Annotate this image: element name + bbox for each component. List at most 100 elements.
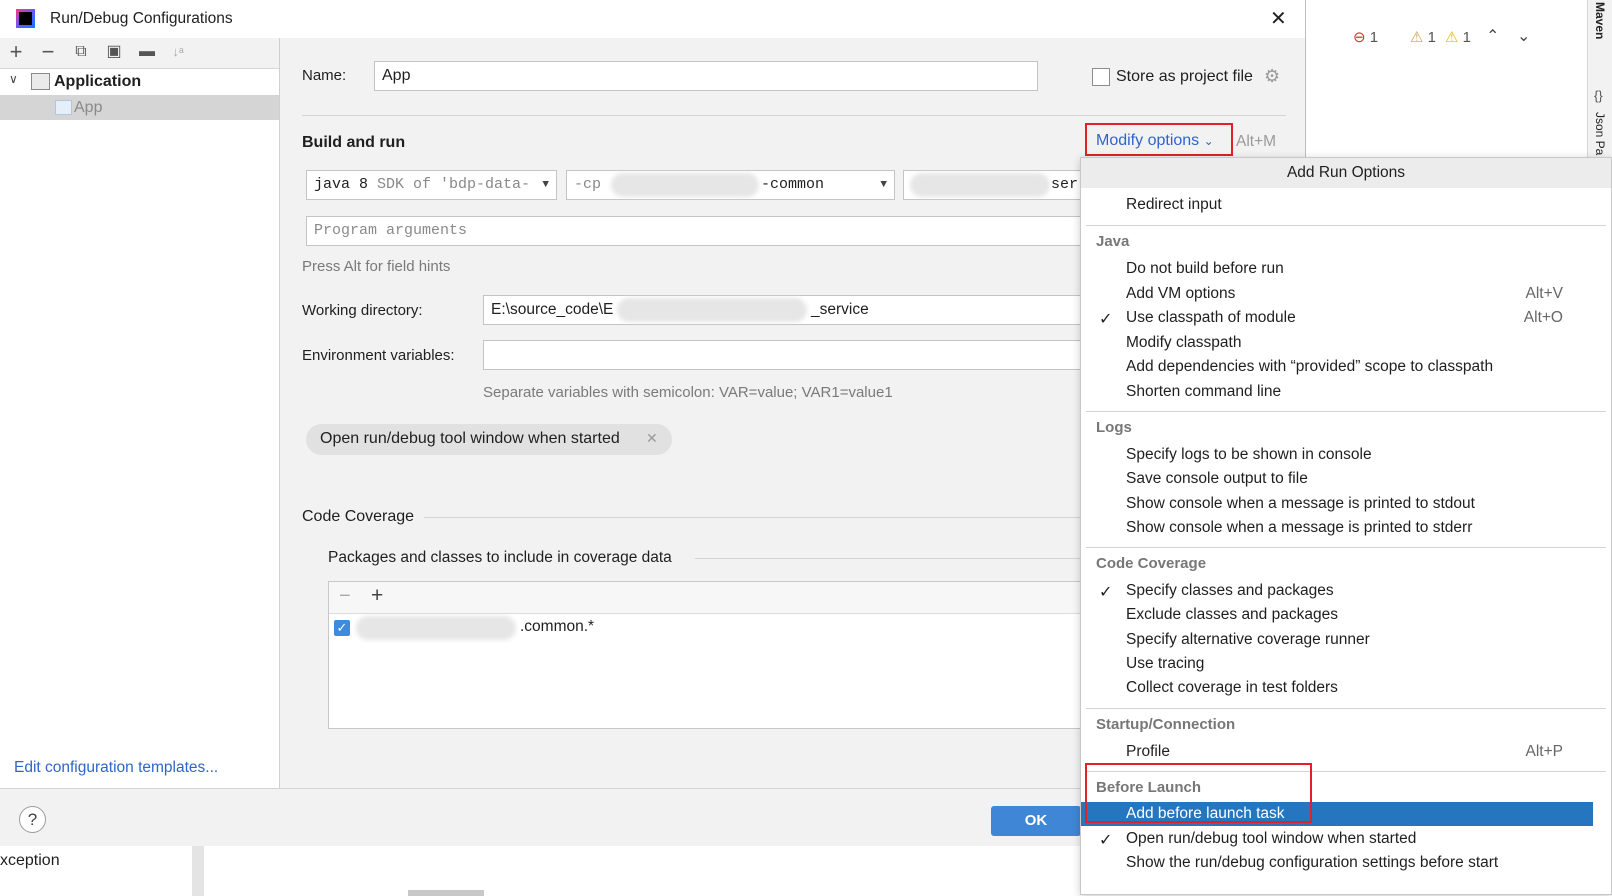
dialog-titlebar: Run/Debug Configurations ✕: [0, 0, 1305, 38]
configuration-tree-panel: + − ⧉ ▣ ▬ ↓ᵃ ∨ Application App Edit conf…: [0, 38, 280, 788]
remove-icon[interactable]: −: [38, 41, 58, 63]
weak-warning-icon: ⚠: [1410, 29, 1424, 46]
shortcut-profile: Alt+P: [1525, 743, 1563, 760]
json-tool-button[interactable]: Json Pa: [1593, 112, 1607, 155]
environment-variables-hint: Separate variables with semicolon: VAR=v…: [483, 384, 893, 401]
shortcut-use-classpath: Alt+O: [1523, 309, 1563, 326]
warning-indicator[interactable]: ⚠ 1: [1445, 28, 1471, 46]
ok-button[interactable]: OK: [991, 806, 1081, 836]
option-modify-classpath[interactable]: Modify classpath: [1126, 334, 1241, 352]
open-tool-window-chip[interactable]: Open run/debug tool window when started …: [306, 424, 672, 455]
gear-icon[interactable]: ⚙: [1264, 66, 1280, 87]
divider: [1086, 225, 1606, 226]
option-alternative-coverage-runner[interactable]: Specify alternative coverage runner: [1126, 631, 1370, 649]
coverage-entry-checkbox[interactable]: ✓: [334, 620, 350, 636]
application-config-icon: [31, 73, 50, 90]
option-show-settings-before-start[interactable]: Show the run/debug configuration setting…: [1126, 854, 1498, 872]
build-run-heading: Build and run: [302, 134, 406, 151]
maven-tool-button[interactable]: Maven: [1593, 2, 1607, 39]
option-save-console-output[interactable]: Save console output to file: [1126, 470, 1308, 488]
chevron-down-icon[interactable]: ⌄: [1517, 26, 1530, 46]
tree-node-application[interactable]: ∨ Application: [0, 69, 279, 95]
dialog-title: Run/Debug Configurations: [50, 10, 233, 27]
horizontal-scrollbar[interactable]: [408, 890, 484, 896]
tree-node-app[interactable]: App: [0, 95, 279, 120]
popup-title: Add Run Options: [1286, 164, 1406, 181]
classpath-module-select[interactable]: -cp -common ▼: [566, 170, 895, 200]
option-use-classpath-of-module[interactable]: Use classpath of module: [1126, 309, 1296, 327]
section-heading-startup-connection: Startup/Connection: [1096, 716, 1236, 733]
weak-warning-indicator[interactable]: ⚠ 1: [1410, 28, 1436, 46]
option-profile[interactable]: Profile: [1126, 743, 1170, 761]
console-text: xception: [0, 852, 60, 869]
option-show-console-stdout[interactable]: Show console when a message is printed t…: [1126, 495, 1475, 513]
code-coverage-heading: Code Coverage: [302, 508, 415, 525]
redacted-blur: [910, 173, 1050, 197]
coverage-table: − + ✓ .common.*: [328, 581, 1085, 729]
add-icon[interactable]: +: [6, 41, 26, 63]
store-project-checkbox[interactable]: [1092, 68, 1110, 86]
option-specify-classes-packages[interactable]: Specify classes and packages: [1126, 582, 1334, 600]
app-config-icon: [55, 100, 72, 115]
coverage-toolbar: − +: [329, 582, 1085, 614]
popup-header: Add Run Options: [1081, 158, 1611, 188]
warning-icon: ⚠: [1445, 29, 1459, 46]
add-run-options-popup: Add Run Options Redirect input Java Do n…: [1080, 157, 1612, 895]
checkmark-icon: ✓: [1099, 311, 1113, 328]
section-heading-java: Java: [1096, 233, 1130, 250]
panel-splitter[interactable]: [192, 846, 204, 896]
option-add-vm-options[interactable]: Add VM options: [1126, 285, 1235, 303]
section-heading-logs: Logs: [1096, 419, 1132, 436]
divider: [1086, 708, 1606, 709]
environment-variables-input[interactable]: [483, 340, 1081, 370]
error-indicator[interactable]: ⊖ 1: [1353, 28, 1378, 46]
redacted-blur: [611, 173, 759, 197]
option-exclude-classes-packages[interactable]: Exclude classes and packages: [1126, 606, 1338, 624]
store-project-label[interactable]: Store as project file: [1116, 68, 1253, 86]
working-directory-label: Working directory:: [302, 302, 423, 319]
option-collect-coverage-test-folders[interactable]: Collect coverage in test folders: [1126, 679, 1338, 697]
before-launch-highlight: [1085, 763, 1312, 823]
json-braces-icon: {}: [1594, 88, 1603, 103]
edit-templates-link[interactable]: Edit configuration templates...: [14, 759, 218, 777]
close-icon[interactable]: ✕: [646, 430, 658, 447]
close-icon[interactable]: ✕: [1270, 6, 1287, 31]
redirect-input-option[interactable]: Redirect input: [1126, 196, 1222, 214]
jdk-select[interactable]: java 8 SDK of 'bdp-data- ▼: [306, 170, 557, 200]
divider: [302, 115, 1286, 116]
modify-options-link[interactable]: Modify options ⌄: [1096, 132, 1214, 150]
divider: [424, 517, 1084, 518]
chevron-up-icon[interactable]: ⌃: [1486, 26, 1499, 46]
option-add-provided-dependencies[interactable]: Add dependencies with “provided” scope t…: [1126, 358, 1493, 376]
redacted-blur: [617, 298, 807, 322]
option-shorten-command-line[interactable]: Shorten command line: [1126, 383, 1281, 401]
add-icon[interactable]: +: [371, 584, 383, 608]
option-use-tracing[interactable]: Use tracing: [1126, 655, 1204, 673]
divider: [695, 558, 1084, 559]
name-label: Name:: [302, 67, 347, 84]
program-arguments-input[interactable]: Program arguments: [306, 216, 1081, 246]
option-show-console-stderr[interactable]: Show console when a message is printed t…: [1126, 519, 1472, 537]
section-heading-code-coverage: Code Coverage: [1096, 555, 1207, 572]
dropdown-arrow-icon: ▼: [542, 179, 549, 191]
save-icon[interactable]: ▣: [104, 42, 124, 62]
modify-options-shortcut: Alt+M: [1236, 133, 1277, 150]
checkmark-icon: ✓: [1099, 832, 1113, 849]
expand-chevron-icon: ∨: [9, 72, 18, 86]
option-specify-logs[interactable]: Specify logs to be shown in console: [1126, 446, 1372, 464]
ide-bottom-panel: xception: [0, 845, 1080, 896]
option-do-not-build[interactable]: Do not build before run: [1126, 260, 1284, 278]
sort-icon[interactable]: ↓ᵃ: [168, 42, 188, 62]
field-hint: Press Alt for field hints: [302, 258, 451, 275]
help-button[interactable]: ?: [19, 806, 46, 833]
main-class-input[interactable]: ser: [903, 170, 1081, 200]
working-directory-input[interactable]: E:\source_code\E _service: [483, 295, 1081, 325]
coverage-entry-text: .common.*: [520, 618, 595, 635]
remove-icon[interactable]: −: [339, 585, 351, 608]
new-folder-icon[interactable]: ▬: [137, 42, 157, 62]
option-open-tool-window[interactable]: Open run/debug tool window when started: [1126, 830, 1416, 848]
copy-icon[interactable]: ⧉: [71, 42, 91, 62]
tree-toolbar: + − ⧉ ▣ ▬ ↓ᵃ: [0, 38, 279, 69]
name-input[interactable]: App: [374, 61, 1038, 91]
divider: [1086, 411, 1606, 412]
